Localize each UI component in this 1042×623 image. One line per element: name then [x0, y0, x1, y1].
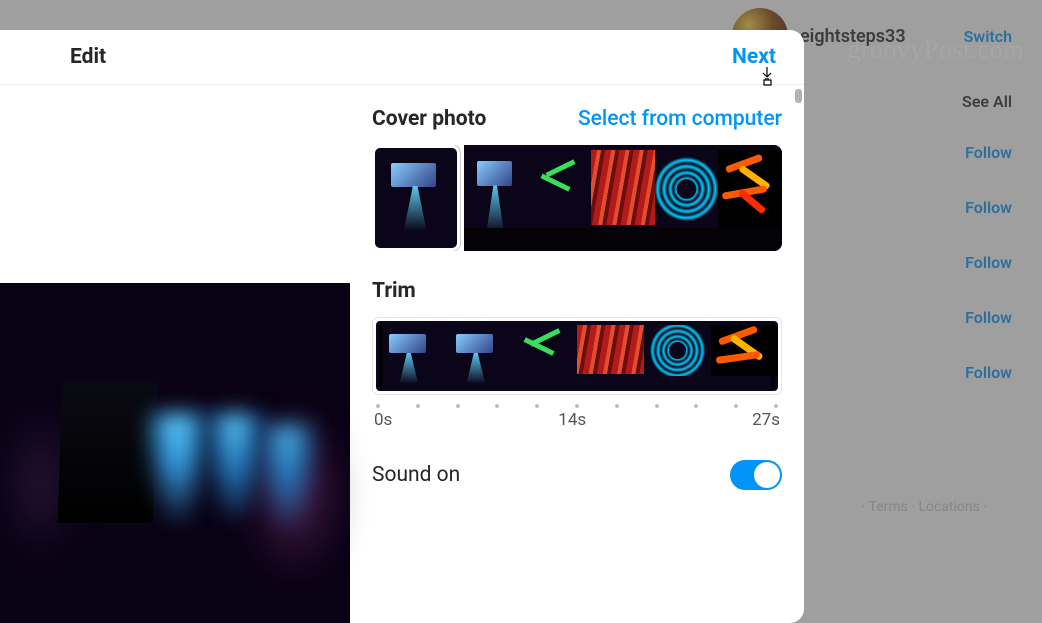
modal-title: Edit: [70, 45, 106, 69]
trim-start-time: 0s: [374, 410, 392, 430]
trim-frame: [376, 321, 443, 391]
modal-header: Edit Next: [0, 30, 804, 85]
cover-frame[interactable]: [718, 145, 782, 251]
sound-toggle[interactable]: [730, 460, 782, 490]
toggle-knob: [754, 462, 780, 488]
cover-frame[interactable]: [464, 145, 528, 251]
cover-photo-title: Cover photo: [372, 107, 486, 131]
sound-label: Sound on: [372, 463, 460, 487]
cover-frame[interactable]: [591, 145, 655, 251]
next-button[interactable]: Next: [732, 45, 776, 69]
select-from-computer-link[interactable]: Select from computer: [578, 107, 782, 131]
trim-frame: [443, 321, 510, 391]
controls-pane: Cover photo Select from computer: [350, 85, 804, 623]
video-preview: [0, 85, 350, 623]
trim-title: Trim: [372, 279, 782, 303]
trim-handle-right[interactable]: [771, 324, 775, 388]
trim-frame: [577, 321, 644, 391]
trim-frame: [510, 321, 577, 391]
cover-frame-selected[interactable]: [372, 145, 460, 251]
cover-photo-strip[interactable]: [372, 145, 782, 251]
trim-handle-left[interactable]: [379, 324, 383, 388]
trim-end-time: 27s: [752, 410, 780, 430]
trim-time-labels: 0s 14s 27s: [372, 410, 782, 430]
trim-strip[interactable]: [372, 317, 782, 395]
next-button-label: Next: [732, 45, 776, 69]
cover-frame[interactable]: [528, 145, 592, 251]
trim-frame: [711, 321, 778, 391]
watermark: groovyPost.com: [847, 35, 1024, 65]
trim-frame: [644, 321, 711, 391]
scrollbar[interactable]: [795, 89, 802, 103]
cover-frame[interactable]: [655, 145, 719, 251]
edit-modal: Edit Next Cover: [0, 30, 804, 623]
trim-ticks: [372, 395, 782, 410]
trim-mid-time: 14s: [558, 410, 586, 430]
